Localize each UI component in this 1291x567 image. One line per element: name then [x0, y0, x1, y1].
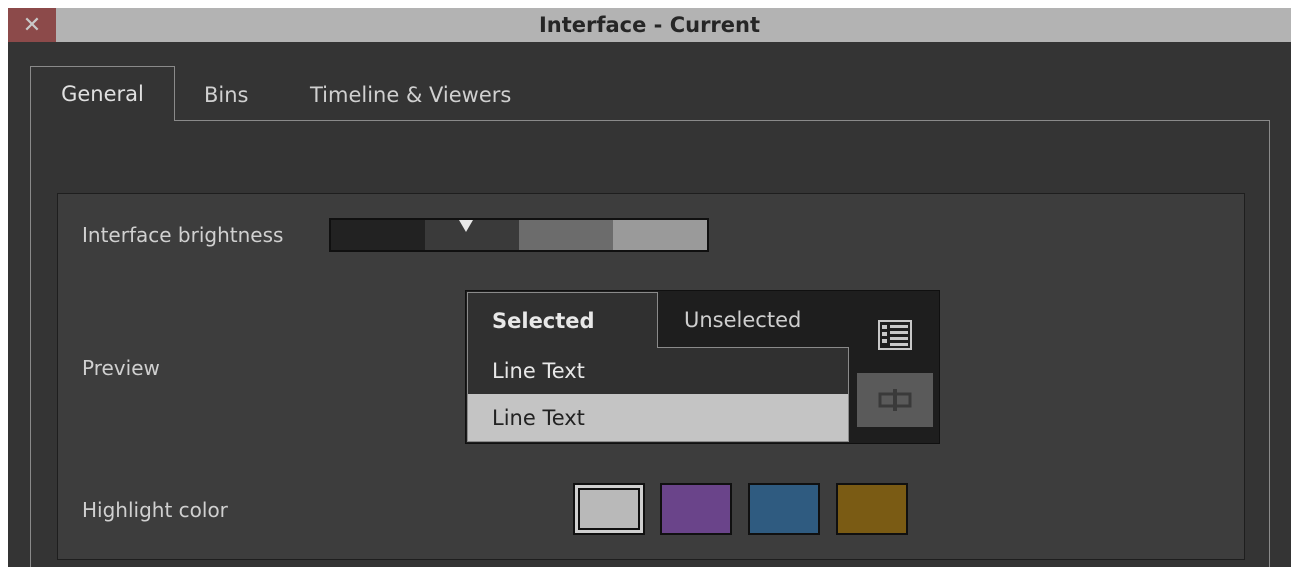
preview-line-selected: Line Text	[468, 394, 848, 441]
selected-marker-icon	[459, 220, 473, 232]
title-bar: Interface - Current ✕	[8, 8, 1291, 42]
preview-list: Line Text Line Text	[467, 347, 849, 442]
preview-tab-unselected-label: Unselected	[684, 308, 802, 332]
highlight-swatch-purple[interactable]	[660, 483, 732, 535]
interface-settings-window: Interface - Current ✕ General Bins Timel…	[8, 8, 1291, 567]
tab-timeline-viewers[interactable]: Timeline & Viewers	[310, 66, 511, 121]
highlight-color-label: Highlight color	[82, 498, 228, 522]
brightness-label: Interface brightness	[82, 223, 284, 247]
brightness-level-2[interactable]	[425, 220, 519, 250]
preview-line-1-text: Line Text	[492, 359, 585, 383]
tab-bins-label: Bins	[204, 83, 249, 107]
highlight-swatch-blue[interactable]	[748, 483, 820, 535]
brightness-selector[interactable]	[329, 218, 709, 252]
brightness-level-4[interactable]	[613, 220, 707, 250]
tab-bins[interactable]: Bins	[204, 66, 249, 121]
preview-label: Preview	[82, 356, 160, 380]
brightness-level-3[interactable]	[519, 220, 613, 250]
frame-view-icon	[857, 373, 933, 427]
preview-line-2-text: Line Text	[492, 405, 585, 430]
preview-line-unselected: Line Text	[468, 348, 848, 394]
highlight-swatch-gray[interactable]	[573, 483, 645, 535]
close-icon: ✕	[22, 12, 42, 38]
preview-tab-selected-label: Selected	[492, 308, 595, 333]
close-button[interactable]: ✕	[8, 8, 56, 42]
tab-timeline-viewers-label: Timeline & Viewers	[310, 83, 512, 107]
tab-general-label: General	[61, 82, 144, 106]
preview-tab-unselected: Unselected	[658, 292, 850, 348]
preview-tab-selected: Selected	[467, 292, 658, 348]
window-title: Interface - Current	[538, 13, 761, 37]
tab-general[interactable]: General	[30, 66, 175, 121]
highlight-swatch-gold[interactable]	[836, 483, 908, 535]
brightness-level-1[interactable]	[331, 220, 425, 250]
list-view-icon	[871, 313, 919, 357]
preview-box: Selected Unselected Line Text Line Text	[465, 290, 940, 444]
